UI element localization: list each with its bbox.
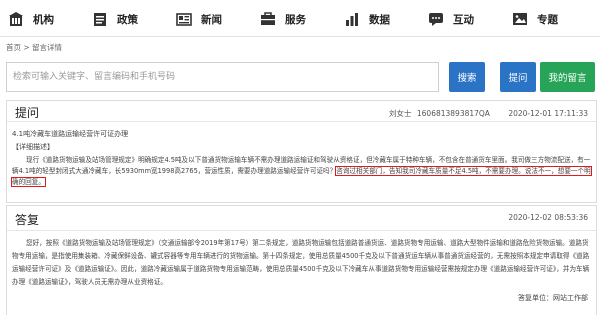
question-datetime: 2020-12-01 17:11:33 — [508, 109, 588, 118]
nav-label: 专题 — [537, 13, 558, 26]
ask-button[interactable]: 提问 — [500, 62, 536, 92]
building-icon — [6, 11, 25, 27]
nav-item-news[interactable]: 新闻 — [174, 9, 222, 29]
question-meta: 刘女士 1606813893817QA 2020-12-01 17:11:33 — [389, 108, 588, 119]
question-panel: 提问 刘女士 1606813893817QA 2020-12-01 17:11:… — [6, 100, 597, 203]
question-author: 刘女士 — [388, 109, 412, 118]
image-icon — [510, 11, 529, 27]
search-box — [6, 62, 439, 92]
nav-label: 政策 — [117, 13, 138, 26]
divider — [7, 230, 596, 231]
answer-panel: 答复 2020-12-02 08:53:36 您好，按照《道路货物运输及站场管理… — [6, 205, 597, 315]
search-input[interactable] — [7, 63, 438, 91]
question-subject: 4.1吨冷藏车道路运输经营许可证办理 — [12, 130, 129, 138]
nav-item-data[interactable]: 数据 — [342, 9, 390, 29]
my-messages-button[interactable]: 我的留言 — [540, 62, 595, 92]
nav-label: 机构 — [33, 13, 54, 26]
answer-body: 您好，按照《道路货物运输及站场管理规定》（交通运输部令2019年第17号）第二条… — [12, 239, 590, 286]
nav-label: 互动 — [453, 13, 474, 26]
answer-heading: 答复 — [15, 213, 40, 227]
nav-label: 数据 — [369, 13, 390, 26]
top-nav: 机构 政策 新闻 服务 数据 互动 专题 — [0, 0, 600, 37]
question-heading: 提问 — [15, 106, 40, 120]
question-body: 现行《道路货物运输及站场管理规定》明确规定4.5吨及以下普通货物运输车辆不需办理… — [11, 155, 592, 188]
nav-label: 新闻 — [201, 13, 222, 26]
detail-section-label: 【详细描述】 — [12, 143, 54, 151]
service-icon — [258, 11, 277, 27]
question-code: 1606813893817QA — [416, 109, 490, 118]
nav-item-agencies[interactable]: 机构 — [6, 9, 54, 29]
divider — [7, 121, 596, 122]
nav-item-topics[interactable]: 专题 — [510, 9, 558, 29]
breadcrumb[interactable]: 首页 > 留言详情 — [6, 42, 62, 53]
answer-signature: 答复单位：网站工作部 — [518, 294, 588, 302]
nav-item-policy[interactable]: 政策 — [90, 9, 138, 29]
nav-label: 服务 — [285, 13, 306, 26]
search-button[interactable]: 搜索 — [449, 62, 485, 92]
document-icon — [90, 11, 109, 27]
chat-icon — [426, 11, 445, 27]
nav-item-interaction[interactable]: 互动 — [426, 9, 474, 29]
chart-icon — [342, 11, 361, 27]
newspaper-icon — [174, 11, 193, 27]
answer-date: 2020-12-02 08:53:36 — [508, 213, 588, 222]
nav-item-services[interactable]: 服务 — [258, 9, 306, 29]
